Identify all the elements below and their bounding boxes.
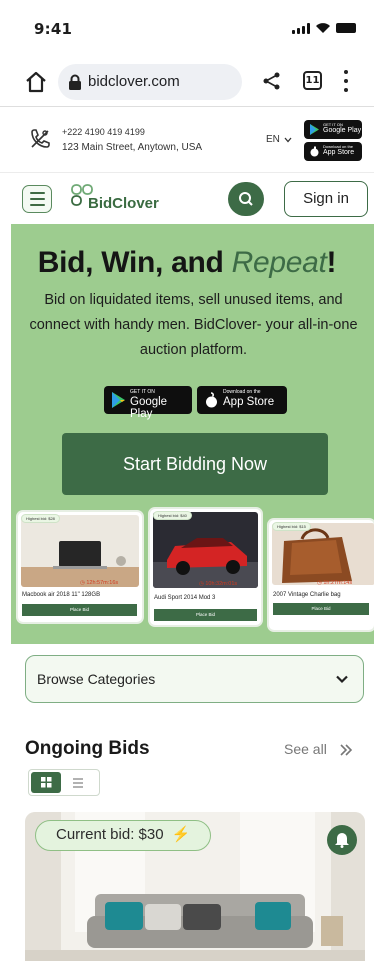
battery-icon — [336, 23, 356, 33]
more-icon[interactable] — [342, 70, 350, 92]
address-bar[interactable]: bidclover.com — [58, 64, 242, 100]
browser-toolbar: bidclover.com 11 — [0, 58, 374, 106]
lock-icon — [69, 74, 81, 90]
site-nav: BidClover Sign in — [0, 172, 374, 224]
list-view-icon[interactable] — [71, 776, 85, 790]
place-bid-button[interactable]: Place Bid — [22, 604, 137, 616]
see-all-link[interactable]: See all — [284, 741, 327, 757]
card-title: 2007 Vintage Charlie bag — [273, 592, 341, 598]
status-bar: 9:41 — [0, 0, 374, 52]
chevron-down-icon — [336, 675, 348, 684]
card-image — [153, 512, 258, 588]
bid-timer: ◷ 1h:27m:14s — [317, 580, 352, 586]
chevron-down-icon — [284, 137, 292, 142]
signal-icon — [292, 22, 310, 34]
hero-title-accent: Repeat — [231, 246, 327, 279]
browse-categories-label: Browse Categories — [37, 671, 156, 687]
language-label: EN — [266, 134, 280, 145]
view-toggle — [28, 769, 100, 796]
double-chevron-right-icon[interactable] — [339, 743, 353, 757]
auction-card[interactable]: Highest bid: $40 ◷ 10h:32m:01s Audi Spor… — [150, 509, 261, 625]
google-play-large-text: Google Play — [130, 396, 168, 420]
card-title: Audi Sport 2014 Mod 3 — [154, 595, 216, 601]
card-image — [272, 523, 374, 585]
start-bidding-button[interactable]: Start Bidding Now — [62, 433, 328, 495]
google-play-button[interactable]: GET IT ON Google Play — [104, 386, 192, 420]
google-play-icon — [310, 124, 319, 135]
lightning-icon: ⚡ — [171, 826, 191, 843]
current-bid-badge: Current bid: $30 ⚡ — [35, 820, 212, 851]
contact-address: 123 Main Street, Anytown, USA — [62, 142, 203, 153]
bell-icon — [335, 833, 349, 848]
timer-text: 1h:27m:14s — [323, 580, 353, 586]
phone-icon — [31, 129, 50, 148]
bid-timer: ◷ 10h:32m:01s — [199, 581, 237, 587]
status-time: 9:41 — [34, 20, 73, 38]
google-play-badge-small[interactable]: GET IT ON Google Play — [304, 120, 362, 139]
home-icon[interactable] — [24, 70, 48, 94]
share-icon[interactable] — [262, 71, 282, 91]
search-button[interactable] — [228, 182, 264, 216]
section-title: Ongoing Bids — [25, 738, 150, 759]
apple-icon — [206, 392, 217, 408]
app-store-small-text: Download on the — [223, 389, 261, 395]
contact-phone[interactable]: +222 4190 419 4199 — [62, 127, 145, 137]
google-play-icon — [112, 392, 125, 408]
notify-button[interactable] — [327, 825, 357, 855]
sign-in-button[interactable]: Sign in — [284, 181, 368, 217]
featured-bid-card[interactable]: Current bid: $30 ⚡ — [25, 812, 365, 961]
search-icon — [239, 192, 253, 206]
hero-description: Bid on liquidated items, sell unused ite… — [29, 292, 358, 358]
highest-bid-badge: Highest bid: $40 — [153, 511, 192, 520]
hero-title-main: Bid, Win, and — [37, 246, 232, 279]
language-select[interactable]: EN — [266, 134, 292, 145]
app-store-large-text: App Store — [223, 396, 275, 408]
toolbar-divider — [0, 106, 374, 107]
auction-card[interactable]: Highest bid: $28 ◷ 12h:57m:16s Macbook a… — [18, 512, 142, 622]
timer-text: 10h:32m:01s — [205, 581, 238, 587]
card-title: Macbook air 2018 11" 128GB — [22, 592, 101, 598]
grid-view-icon — [41, 777, 52, 788]
place-bid-button[interactable]: Place Bid — [273, 603, 369, 615]
hero-title-end: ! — [326, 246, 337, 279]
logo-text[interactable]: BidClover — [88, 195, 159, 212]
url-text: bidclover.com — [88, 73, 180, 90]
contact-bar: +222 4190 419 4199 123 Main Street, Anyt… — [0, 112, 374, 170]
highest-bid-badge: Highest bid: $28 — [21, 514, 60, 523]
timer-text: 12h:57m:16s — [86, 580, 119, 586]
menu-icon[interactable] — [22, 185, 52, 213]
place-bid-button[interactable]: Place Bid — [154, 609, 257, 621]
current-bid-text: Current bid: $30 — [56, 826, 164, 843]
highest-bid-badge: Highest bid: $15 — [272, 522, 311, 531]
app-store-badge-small[interactable]: Download on the App Store — [304, 142, 362, 161]
status-icons — [292, 22, 356, 34]
browse-categories-dropdown[interactable]: Browse Categories — [25, 655, 364, 703]
apple-icon — [310, 146, 319, 157]
card-image — [21, 515, 139, 587]
grid-view-button[interactable] — [31, 772, 61, 793]
tabs-icon[interactable]: 11 — [303, 71, 322, 90]
wifi-icon — [316, 23, 330, 33]
app-store-button[interactable]: Download on the App Store — [197, 386, 287, 414]
auction-card[interactable]: Highest bid: $15 ◷ 1h:27m:14s 2007 Vinta… — [269, 520, 374, 630]
google-play-large-text: Google Play — [323, 127, 362, 134]
google-play-small-text: GET IT ON — [130, 389, 155, 395]
bid-timer: ◷ 12h:57m:16s — [80, 580, 118, 586]
hero-section: Bid, Win, and Repeat! Bid on liquidated … — [11, 224, 374, 644]
hero-title: Bid, Win, and Repeat! — [11, 246, 363, 280]
app-store-large-text: App Store — [323, 149, 355, 156]
